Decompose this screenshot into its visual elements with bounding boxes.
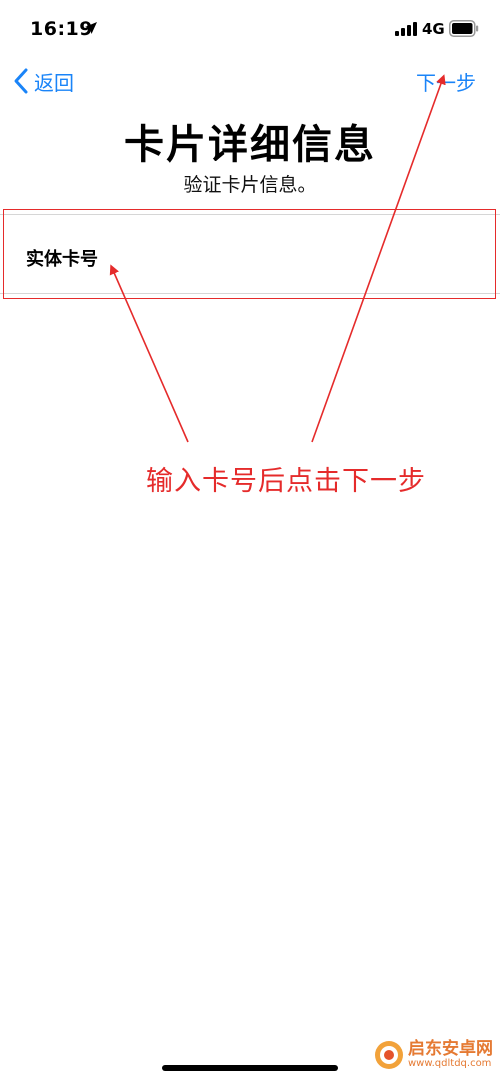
watermark-name: 启东安卓网 xyxy=(408,1038,493,1059)
page-subtitle: 验证卡片信息。 xyxy=(183,174,317,196)
next-step-button[interactable]: 下一步 xyxy=(416,64,476,98)
watermark: 启东安卓网 www.qdltdq.com xyxy=(374,1040,493,1070)
page-title: 卡片详细信息 xyxy=(124,122,376,168)
home-indicator[interactable] xyxy=(162,1065,338,1071)
location-arrow-icon xyxy=(85,22,97,34)
annotation-text: 输入卡号后点击下一步 xyxy=(146,466,426,497)
chevron-left-icon xyxy=(14,68,28,94)
back-button[interactable]: 返回 xyxy=(12,64,74,98)
network-type: 4G xyxy=(422,20,445,38)
back-button-label: 返回 xyxy=(34,70,74,95)
watermark-logo-icon xyxy=(375,1041,403,1069)
watermark-url: www.qdltdq.com xyxy=(408,1057,492,1069)
annotation-highlight-box xyxy=(3,209,496,299)
battery-icon xyxy=(449,20,479,37)
status-bar: 16:19 4G xyxy=(0,0,500,58)
cellular-signal-icon xyxy=(395,22,417,36)
